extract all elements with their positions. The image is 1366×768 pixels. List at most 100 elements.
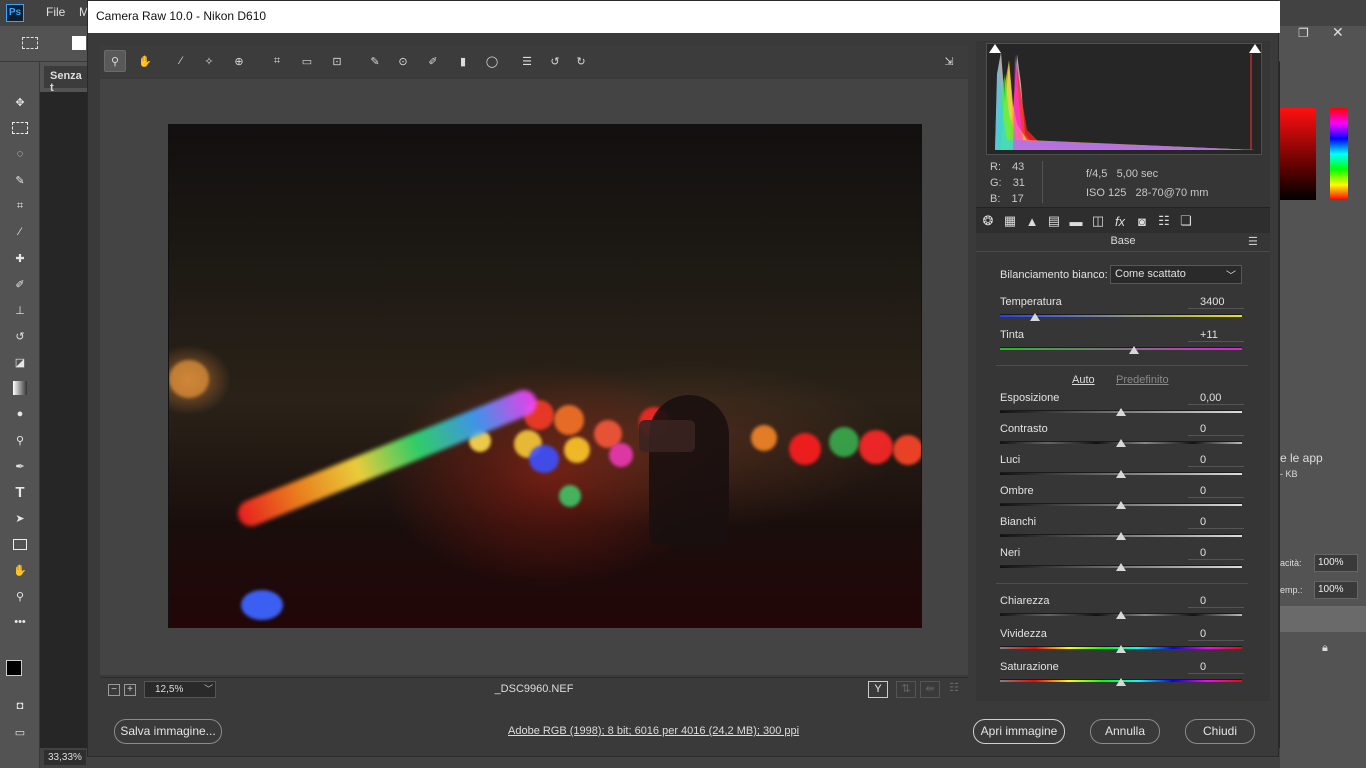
color-sampler-icon[interactable]: ✧: [198, 50, 220, 72]
white-balance-tool-icon[interactable]: ⁄: [170, 50, 192, 72]
lasso-tool-icon[interactable]: ◌: [9, 144, 31, 164]
shadows-thumb[interactable]: [1116, 501, 1126, 509]
hand-tool-icon[interactable]: ✋: [134, 50, 156, 72]
slider-value-blacks[interactable]: 0: [1188, 547, 1244, 560]
rectangle-tool-icon[interactable]: [9, 534, 31, 554]
adjustment-brush-icon[interactable]: ✐: [422, 50, 444, 72]
tab-tone-curve-icon[interactable]: ▦: [1002, 213, 1018, 229]
slider-value-whites[interactable]: 0: [1188, 516, 1244, 529]
transform-tool-icon[interactable]: ⊡: [326, 50, 348, 72]
marquee-tool-icon[interactable]: [9, 118, 31, 138]
image-preview-area[interactable]: [100, 79, 968, 675]
radial-filter-icon[interactable]: ◯: [481, 50, 503, 72]
restore-window-icon[interactable]: ❐: [1298, 26, 1309, 40]
white-balance-select[interactable]: Come scattato ﹀: [1110, 265, 1242, 284]
hue-slider[interactable]: [1330, 108, 1348, 200]
marquee-option-icon[interactable]: [22, 37, 38, 49]
swap-settings-icon[interactable]: ⇅: [896, 681, 916, 698]
move-tool-icon[interactable]: ✥: [9, 92, 31, 112]
slider-value-temperature[interactable]: 3400: [1188, 296, 1244, 309]
hand-tool-icon[interactable]: ✋: [9, 560, 31, 580]
photoshop-zoom-level[interactable]: 33,33%: [44, 750, 86, 765]
opacity-input[interactable]: 100%: [1314, 554, 1358, 572]
close-button[interactable]: Chiudi: [1185, 719, 1255, 744]
spot-removal-icon[interactable]: ✎: [364, 50, 386, 72]
type-tool-icon[interactable]: T: [9, 482, 31, 502]
copy-settings-icon[interactable]: ⇚: [920, 681, 940, 698]
menu-file[interactable]: File: [46, 5, 65, 19]
saturation-thumb[interactable]: [1116, 678, 1126, 686]
fill-input[interactable]: 100%: [1314, 581, 1358, 599]
tint-thumb[interactable]: [1129, 346, 1139, 354]
crop-tool-icon[interactable]: ⌗: [9, 196, 31, 216]
tint-track[interactable]: [1000, 347, 1242, 350]
eyedropper-tool-icon[interactable]: ⁄: [9, 222, 31, 242]
preferences-icon[interactable]: ☰: [516, 50, 538, 72]
clarity-thumb[interactable]: [1116, 611, 1126, 619]
option-swatch-icon[interactable]: [72, 36, 86, 50]
shadow-clip-warning-icon[interactable]: [989, 44, 1001, 53]
slider-value-highlights[interactable]: 0: [1188, 454, 1244, 467]
dodge-tool-icon[interactable]: ⚲: [9, 430, 31, 450]
zoom-tool-icon[interactable]: ⚲: [104, 50, 126, 72]
save-image-button[interactable]: Salva immagine...: [114, 719, 222, 744]
whites-thumb[interactable]: [1116, 532, 1126, 540]
layer-row[interactable]: [1280, 606, 1366, 632]
rotate-right-icon[interactable]: ↻: [570, 50, 592, 72]
default-link[interactable]: Predefinito: [1116, 374, 1169, 386]
tab-lens-icon[interactable]: ◫: [1090, 213, 1106, 229]
rotate-left-icon[interactable]: ↺: [544, 50, 566, 72]
panel-menu-icon[interactable]: ☰: [1248, 235, 1258, 248]
cancel-button[interactable]: Annulla: [1090, 719, 1160, 744]
fullscreen-icon[interactable]: ⇲: [938, 50, 960, 72]
temperature-thumb[interactable]: [1030, 313, 1040, 321]
tab-snapshots-icon[interactable]: ❏: [1178, 213, 1194, 229]
tab-effects-icon[interactable]: fx: [1112, 213, 1128, 229]
color-picker-field[interactable]: [1280, 108, 1316, 200]
blur-tool-icon[interactable]: ●: [9, 404, 31, 424]
tab-camera-calibration-icon[interactable]: ◙: [1134, 213, 1150, 229]
stamp-tool-icon[interactable]: ⊥: [9, 300, 31, 320]
before-after-toggle-icon[interactable]: Y: [868, 681, 888, 698]
tab-split-toning-icon[interactable]: ▬: [1068, 213, 1084, 229]
crop-tool-icon[interactable]: ⌗: [266, 50, 288, 72]
tab-hsl-icon[interactable]: ▤: [1046, 213, 1062, 229]
workflow-options-link[interactable]: Adobe RGB (1998); 8 bit; 6016 per 4016 (…: [508, 725, 799, 737]
healing-tool-icon[interactable]: ✚: [9, 248, 31, 268]
highlight-clip-warning-icon[interactable]: [1249, 44, 1261, 53]
graduated-filter-icon[interactable]: ▮: [452, 50, 474, 72]
slider-value-clarity[interactable]: 0: [1188, 595, 1244, 608]
quick-mask-icon[interactable]: ◘: [9, 696, 31, 716]
tab-presets-icon[interactable]: ☷: [1156, 213, 1172, 229]
brush-tool-icon[interactable]: ✐: [9, 274, 31, 294]
slider-value-contrast[interactable]: 0: [1188, 423, 1244, 436]
targeted-adjust-icon[interactable]: ⊕: [228, 50, 250, 72]
toggle-settings-icon[interactable]: ☷: [944, 681, 964, 698]
highlights-thumb[interactable]: [1116, 470, 1126, 478]
open-image-button[interactable]: Apri immagine: [973, 719, 1065, 744]
contrast-thumb[interactable]: [1116, 439, 1126, 447]
slider-value-tint[interactable]: +11: [1188, 329, 1244, 342]
pen-tool-icon[interactable]: ✒: [9, 456, 31, 476]
auto-link[interactable]: Auto: [1072, 374, 1095, 386]
vibrance-thumb[interactable]: [1116, 645, 1126, 653]
history-brush-icon[interactable]: ↺: [9, 326, 31, 346]
red-eye-icon[interactable]: ⊙: [392, 50, 414, 72]
blacks-thumb[interactable]: [1116, 563, 1126, 571]
straighten-tool-icon[interactable]: ▭: [296, 50, 318, 72]
tab-basic-icon[interactable]: ❂: [980, 213, 996, 229]
slider-value-exposure[interactable]: 0,00: [1188, 392, 1244, 405]
more-tools-icon[interactable]: •••: [9, 612, 31, 632]
close-window-icon[interactable]: ✕: [1332, 24, 1344, 41]
tab-detail-icon[interactable]: ▲: [1024, 213, 1040, 229]
foreground-color-swatch[interactable]: [6, 660, 22, 676]
slider-value-shadows[interactable]: 0: [1188, 485, 1244, 498]
gradient-tool-icon[interactable]: [9, 378, 31, 398]
screen-mode-icon[interactable]: ▭: [9, 722, 31, 742]
exposure-thumb[interactable]: [1116, 408, 1126, 416]
path-select-icon[interactable]: ➤: [9, 508, 31, 528]
slider-value-saturation[interactable]: 0: [1188, 661, 1244, 674]
eraser-tool-icon[interactable]: ◪: [9, 352, 31, 372]
slider-value-vibrance[interactable]: 0: [1188, 628, 1244, 641]
quick-select-icon[interactable]: ✎: [9, 170, 31, 190]
